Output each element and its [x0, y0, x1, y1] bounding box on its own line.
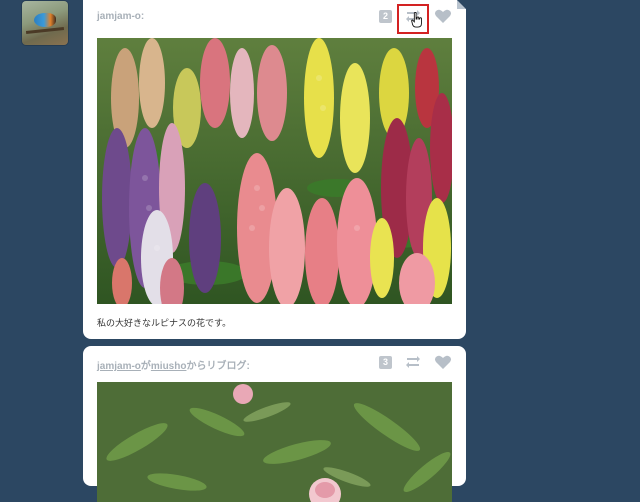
- lupine-flowers-image: [97, 38, 452, 304]
- hand-cursor-icon: [411, 12, 422, 28]
- avatar-bird: [34, 13, 56, 27]
- reblog-suffix-text: からリブログ:: [186, 361, 250, 372]
- post-card: jamjam-o: 2 私の大好きなルピナスの花です。: [83, 0, 466, 339]
- post-corner-fold: [457, 0, 466, 9]
- protea-plant-image: [97, 382, 452, 502]
- reblog-icon: [406, 356, 420, 368]
- heart-icon: [435, 9, 451, 23]
- source-user-link[interactable]: miusho: [151, 361, 187, 372]
- post-controls: 3: [378, 354, 452, 370]
- post-author[interactable]: jamjam-o:: [97, 11, 144, 22]
- avatar-branch: [25, 27, 65, 34]
- post-controls: 2: [378, 4, 452, 34]
- post-caption: 私の大好きなルピナスの花です。: [97, 318, 232, 328]
- reblog-header: jamjam-oがmiushoからリブログ:: [97, 357, 250, 372]
- lupine-photo[interactable]: [97, 38, 452, 304]
- author-avatar[interactable]: [22, 1, 68, 45]
- reblog-connector-text: が: [140, 361, 151, 372]
- heart-icon: [435, 355, 451, 369]
- post-card: jamjam-oがmiushoからリブログ: 3: [83, 346, 466, 502]
- protea-photo[interactable]: [97, 382, 452, 502]
- reblog-button[interactable]: [397, 4, 429, 34]
- author-link[interactable]: jamjam-o: [97, 361, 141, 372]
- reblog-button[interactable]: [404, 354, 422, 370]
- like-button[interactable]: [434, 8, 452, 24]
- note-count-badge[interactable]: 3: [378, 355, 392, 369]
- note-count-badge[interactable]: 2: [378, 9, 392, 23]
- like-button[interactable]: [434, 354, 452, 370]
